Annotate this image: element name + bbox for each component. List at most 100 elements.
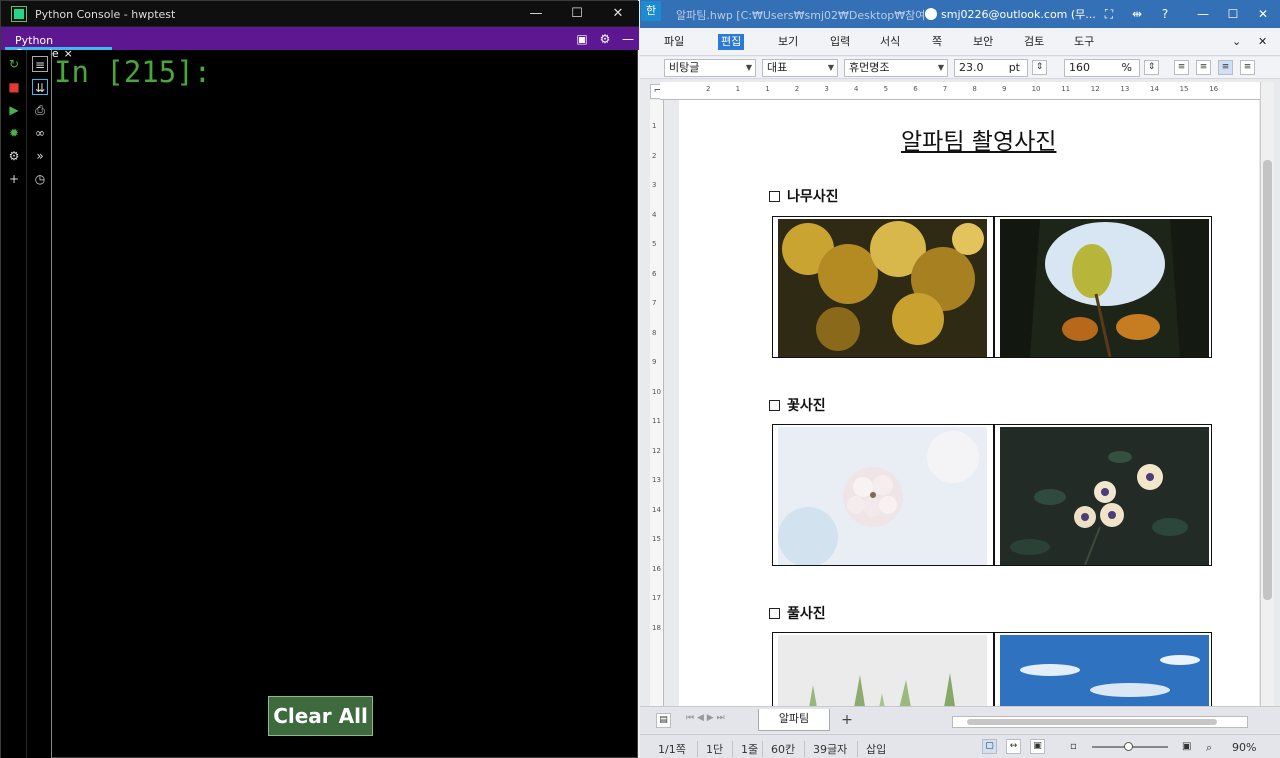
fullscreen-icon[interactable]: ⛶: [1100, 5, 1118, 23]
close-window-button[interactable]: ✕: [607, 4, 629, 24]
zoom-level[interactable]: 90%: [1232, 741, 1256, 754]
maximize-button[interactable]: ☐: [566, 4, 588, 24]
console-prompt[interactable]: In [215]:: [54, 55, 211, 89]
scrollbar-thumb[interactable]: [1263, 160, 1272, 600]
gear-icon[interactable]: ⚙: [597, 31, 613, 47]
section-heading-trees[interactable]: 나무사진: [769, 186, 839, 206]
scrollbar-thumb[interactable]: [967, 719, 1217, 725]
ruler-tick-label: 5: [652, 240, 657, 248]
run-icon[interactable]: ▶: [6, 102, 22, 118]
line-spacing-stepper[interactable]: ⇕: [1144, 60, 1159, 75]
menu-security[interactable]: 보안: [973, 34, 993, 50]
full-page-view-icon[interactable]: ▣: [1030, 739, 1045, 754]
python-console-window: Python Console - hwptest — ☐ ✕ Python Co…: [0, 0, 639, 758]
align-center-icon[interactable]: ≡: [1218, 60, 1233, 75]
menu-format[interactable]: 서식: [880, 34, 900, 50]
menu-page[interactable]: 쪽: [932, 34, 942, 50]
align-right-icon[interactable]: ≡: [1240, 60, 1255, 75]
stop-icon[interactable]: ■: [6, 79, 22, 95]
yellow-maple-leaves-photo: [778, 219, 987, 357]
section-heading-grass[interactable]: 풀사진: [769, 603, 826, 623]
pycharm-app-icon: [12, 7, 26, 21]
menu-file[interactable]: 파일: [664, 34, 684, 50]
menu-review[interactable]: 검토: [1024, 34, 1044, 50]
horizontal-scrollbar[interactable]: [952, 716, 1248, 728]
menu-view[interactable]: 보기: [778, 34, 798, 50]
vertical-scrollbar[interactable]: [1260, 82, 1274, 706]
document-title[interactable]: 알파팀 촬영사진: [901, 122, 1056, 156]
line-spacing-input[interactable]: 160%: [1064, 59, 1140, 77]
ruler-tick-label: 13: [652, 476, 661, 484]
align-justify-icon[interactable]: ≡: [1174, 60, 1189, 75]
language-select[interactable]: 대표 ▼: [762, 59, 838, 77]
zoom-out-icon[interactable]: ▫: [1070, 741, 1077, 752]
settings-icon[interactable]: ⚙: [6, 148, 22, 164]
zoom-slider[interactable]: [1092, 742, 1168, 751]
split-icon[interactable]: ⇹: [1128, 5, 1146, 23]
photo-table-trees[interactable]: [772, 216, 1212, 358]
ruler-tick-label: 12: [1090, 85, 1100, 93]
clear-all-button[interactable]: Clear All: [268, 696, 373, 736]
close-window-button[interactable]: ✕: [1254, 5, 1272, 23]
ruler-tick-label: 2: [652, 151, 657, 160]
ruler-tick-label: 8: [972, 85, 977, 93]
tab-python-console[interactable]: Python Console×: [5, 29, 112, 60]
single-leaf-against-sky-photo: [1000, 219, 1209, 357]
font-size-input[interactable]: 23.0 pt: [954, 59, 1028, 77]
hwp-app-icon: 한: [641, 1, 661, 21]
font-select[interactable]: 휴먼명조 ▼: [844, 59, 948, 77]
tab-alphateam[interactable]: 알파팀: [758, 709, 830, 731]
ruler-tick-label: 3: [652, 181, 657, 189]
ruler-tick-label: 12: [652, 446, 661, 455]
debug-icon[interactable]: ✹: [6, 125, 22, 141]
zoom-in-icon[interactable]: ▣: [1182, 741, 1191, 752]
ruler-tick-label: 10: [1031, 85, 1041, 93]
photo-table-grass[interactable]: [772, 632, 1213, 713]
show-variables-icon[interactable]: ∞: [32, 125, 48, 141]
status-page[interactable]: 1/1쪽: [658, 741, 686, 757]
document-page[interactable]: 알파팀 촬영사진 나무사진 꽃사진 풀사진: [679, 100, 1259, 713]
width-view-icon[interactable]: ↔: [1006, 739, 1021, 754]
photo-table-flowers[interactable]: [772, 424, 1212, 566]
print-icon[interactable]: ⎙: [32, 102, 48, 118]
hide-icon[interactable]: —: [620, 31, 636, 47]
minimize-button[interactable]: —: [1194, 5, 1212, 23]
add-tab-button[interactable]: +: [838, 711, 856, 729]
tab-list-icon[interactable]: ▤: [656, 713, 671, 728]
section-heading-flowers[interactable]: 꽃사진: [769, 395, 826, 415]
scroll-to-end-icon[interactable]: ⇊: [32, 79, 48, 95]
layout-icon[interactable]: ▣: [574, 31, 590, 47]
zoom-magnifier-icon[interactable]: ⌕: [1206, 741, 1212, 755]
tab-nav-arrows-icon[interactable]: ⏮ ◀ ▶ ⏭: [686, 713, 725, 723]
add-icon[interactable]: +: [6, 171, 22, 187]
horizontal-ruler: 2 1 1 2 3 4 5 6 7 8 9 10 11 12 13 14 15 16: [660, 82, 1260, 100]
chevron-down-icon: ▼: [827, 63, 834, 72]
rerun-icon[interactable]: ↻: [6, 56, 22, 72]
menu-tools[interactable]: 도구: [1074, 34, 1094, 50]
ruler-tick-label: 15: [1179, 85, 1189, 93]
font-size-stepper[interactable]: ⇕: [1032, 60, 1047, 75]
account-label[interactable]: smj0226@outlook.com (무...: [925, 6, 1096, 22]
ribbon-close-icon[interactable]: ✕: [1258, 34, 1267, 50]
history-icon[interactable]: ◷: [32, 171, 48, 187]
soft-wrap-icon[interactable]: ≡: [32, 56, 48, 72]
section-heading-label: 나무사진: [787, 189, 839, 205]
execute-selection-icon[interactable]: »: [32, 148, 48, 164]
minimize-button[interactable]: —: [525, 4, 547, 24]
ruler-tick-label: 14: [652, 505, 661, 514]
ruler-tick-label: 2: [794, 85, 800, 93]
table-cell: [993, 217, 1213, 357]
zoom-slider-knob[interactable]: [1124, 742, 1133, 751]
help-icon[interactable]: ?: [1156, 5, 1174, 23]
menu-insert[interactable]: 입력: [830, 34, 850, 50]
style-select[interactable]: 비탕글 ▼: [664, 59, 756, 77]
status-insert-mode[interactable]: 삽입: [857, 741, 886, 757]
menu-edit[interactable]: 편집: [718, 34, 745, 50]
page-view-icon[interactable]: ▢: [982, 739, 997, 754]
collapse-ribbon-icon[interactable]: ⌄: [1232, 34, 1241, 50]
style-value: 비탕글: [669, 61, 700, 74]
maximize-button[interactable]: ☐: [1224, 5, 1242, 23]
format-toolbar: 비탕글 ▼ 대표 ▼ 휴먼명조 ▼ 23.0 pt ⇕ 160% ⇕ ≡ ≡ ≡ ≡: [640, 57, 1280, 79]
table-cell: [993, 633, 1213, 713]
align-left-icon[interactable]: ≡: [1196, 60, 1211, 75]
